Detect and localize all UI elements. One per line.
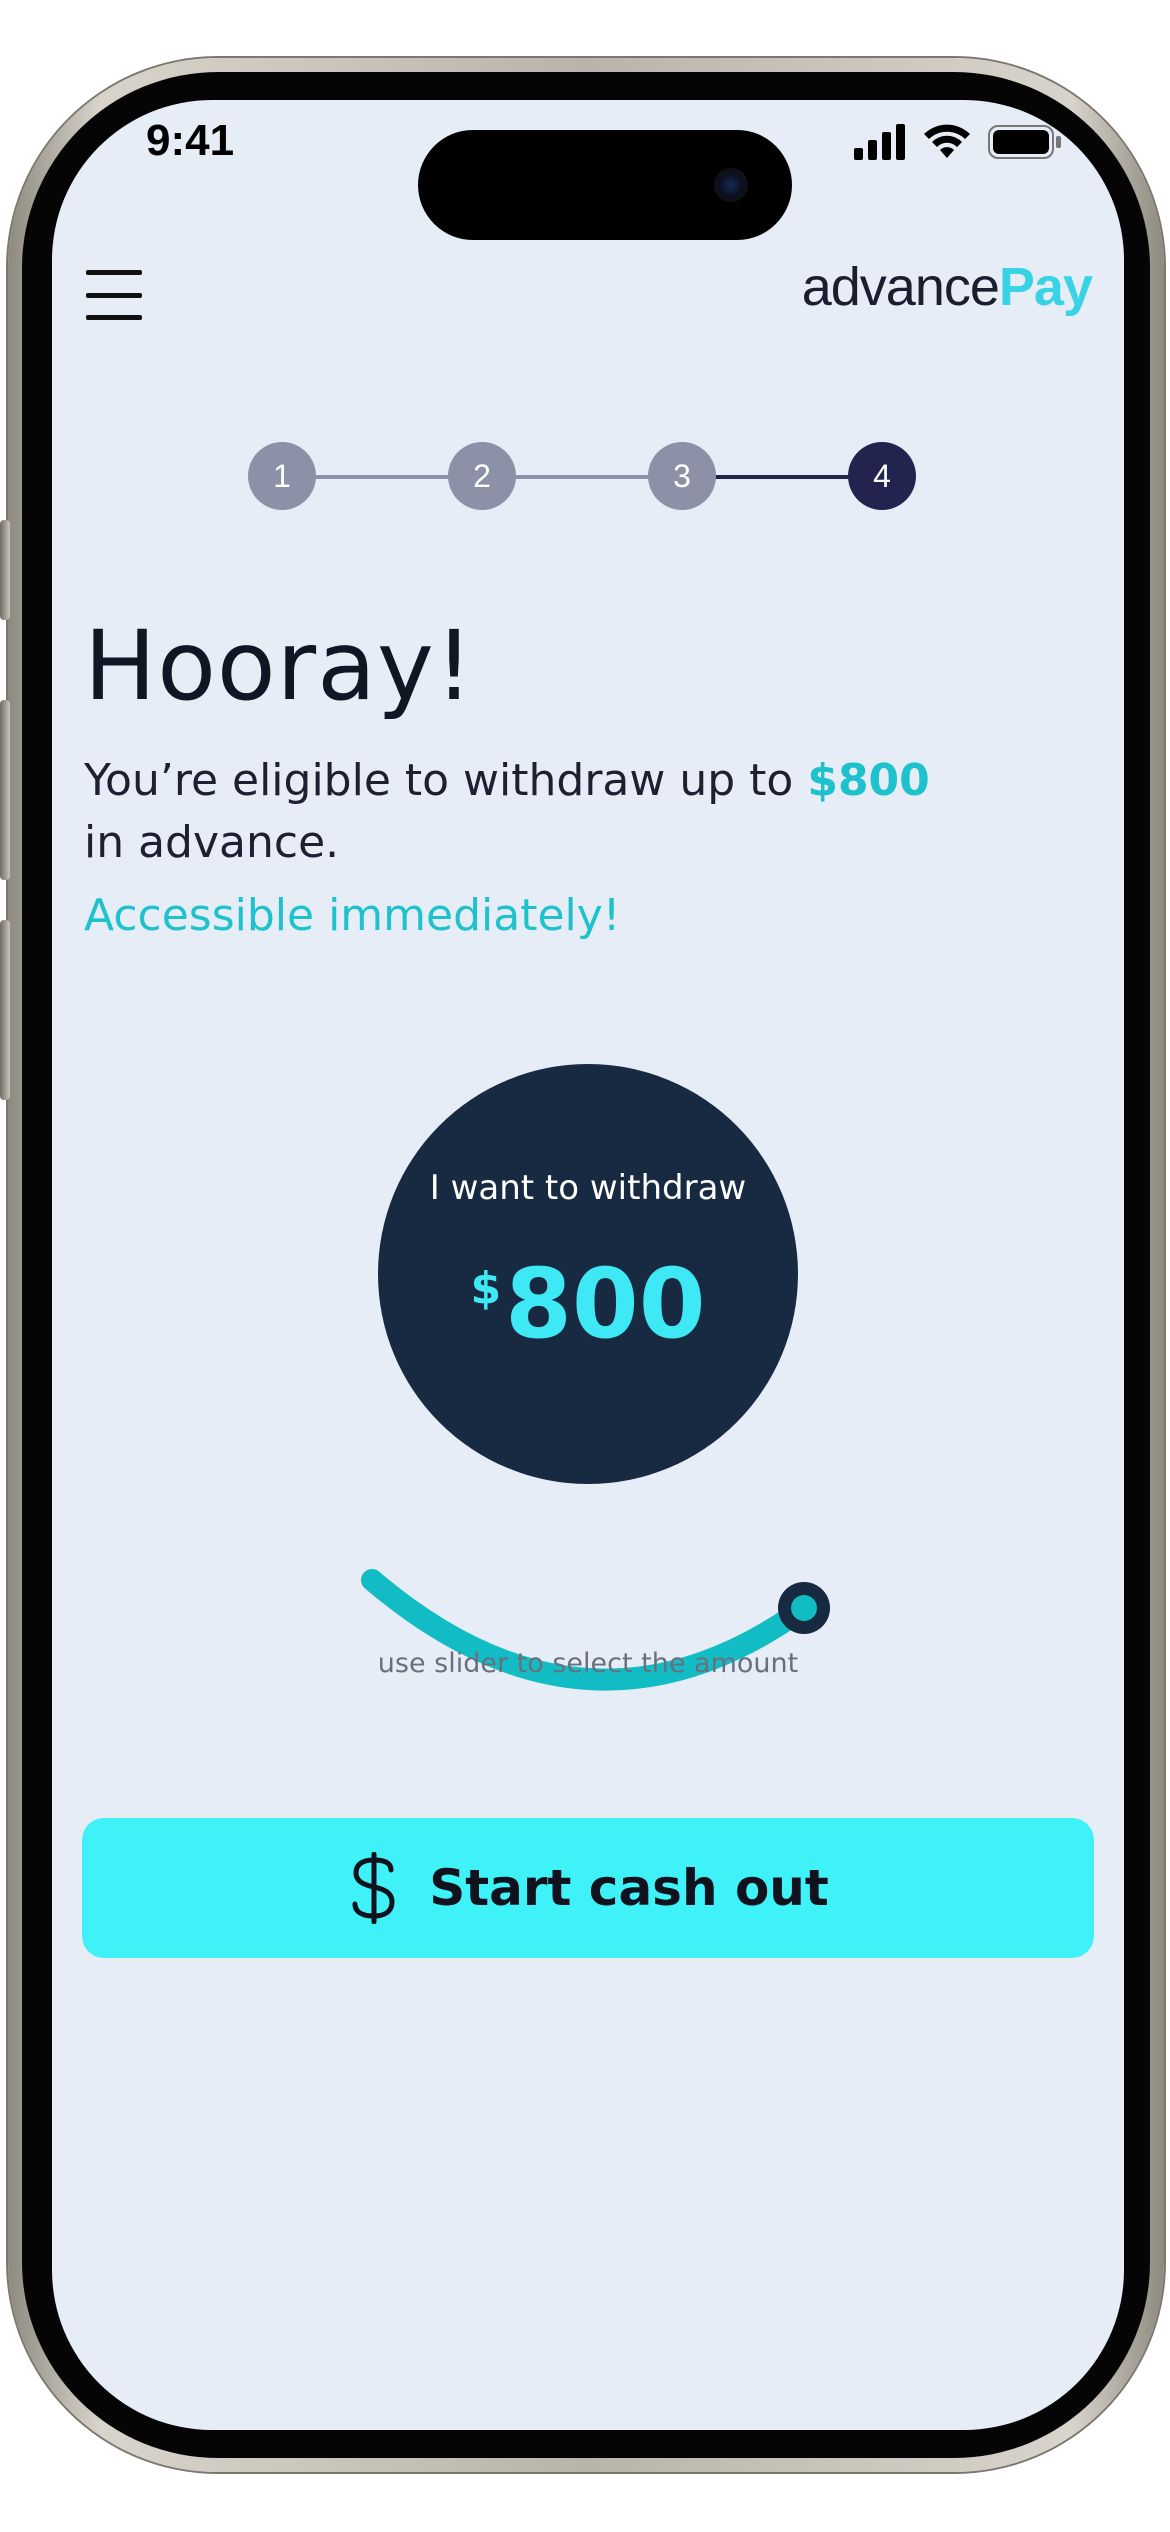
start-cash-out-label: Start cash out — [429, 1859, 829, 1917]
front-camera — [714, 168, 748, 202]
status-icons — [854, 122, 1062, 162]
withdraw-currency: $ — [470, 1263, 502, 1314]
step-3: 3 — [648, 442, 716, 510]
withdraw-amount-circle: I want to withdraw $800 — [378, 1064, 798, 1484]
accessible-note: Accessible immediately! — [84, 890, 621, 941]
logo-word-advance: advance — [801, 257, 1000, 317]
withdraw-value: 800 — [505, 1248, 706, 1360]
logo-word-pay: Pay — [998, 257, 1093, 317]
withdraw-amount: $800 — [378, 1234, 798, 1359]
eligible-amount: $800 — [807, 755, 930, 806]
menu-bar-line — [86, 292, 142, 298]
phone-mockup: 9:41 advancePay 1 2 3 4 Hooray! You’re e… — [0, 0, 1170, 2532]
dynamic-island — [418, 130, 792, 240]
volume-down-button — [0, 920, 10, 1100]
step-4-current: 4 — [848, 442, 916, 510]
slider-handle-center — [791, 1595, 817, 1621]
eligibility-text: You’re eligible to withdraw up to $800 i… — [84, 750, 984, 874]
status-time: 9:41 — [146, 116, 235, 165]
menu-bar-line — [86, 315, 142, 320]
app-screen: 9:41 advancePay 1 2 3 4 Hooray! You’re e… — [52, 100, 1124, 2430]
withdraw-label: I want to withdraw — [429, 1168, 747, 1208]
amount-slider[interactable] — [352, 1480, 872, 1740]
slider-hint: use slider to select the amount — [377, 1648, 799, 1679]
battery-icon — [988, 125, 1061, 159]
cellular-signal-icon — [854, 124, 905, 160]
volume-up-button — [0, 700, 10, 880]
hamburger-menu-icon[interactable] — [86, 270, 146, 320]
advancepay-logo: advancePay — [801, 256, 1093, 318]
menu-bar-line — [86, 270, 142, 275]
eligibility-text-before: You’re eligible to withdraw up to — [84, 755, 794, 806]
progress-stepper: 1 2 3 4 — [248, 442, 918, 512]
step-2: 2 — [448, 442, 516, 510]
action-button — [0, 520, 10, 620]
step-1: 1 — [248, 442, 316, 510]
start-cash-out-button[interactable]: Start cash out — [82, 1818, 1094, 1958]
wifi-icon — [924, 124, 970, 158]
dollar-icon — [352, 1852, 395, 1924]
eligibility-text-after: in advance. — [84, 817, 340, 868]
page-title: Hooray! — [84, 610, 475, 722]
